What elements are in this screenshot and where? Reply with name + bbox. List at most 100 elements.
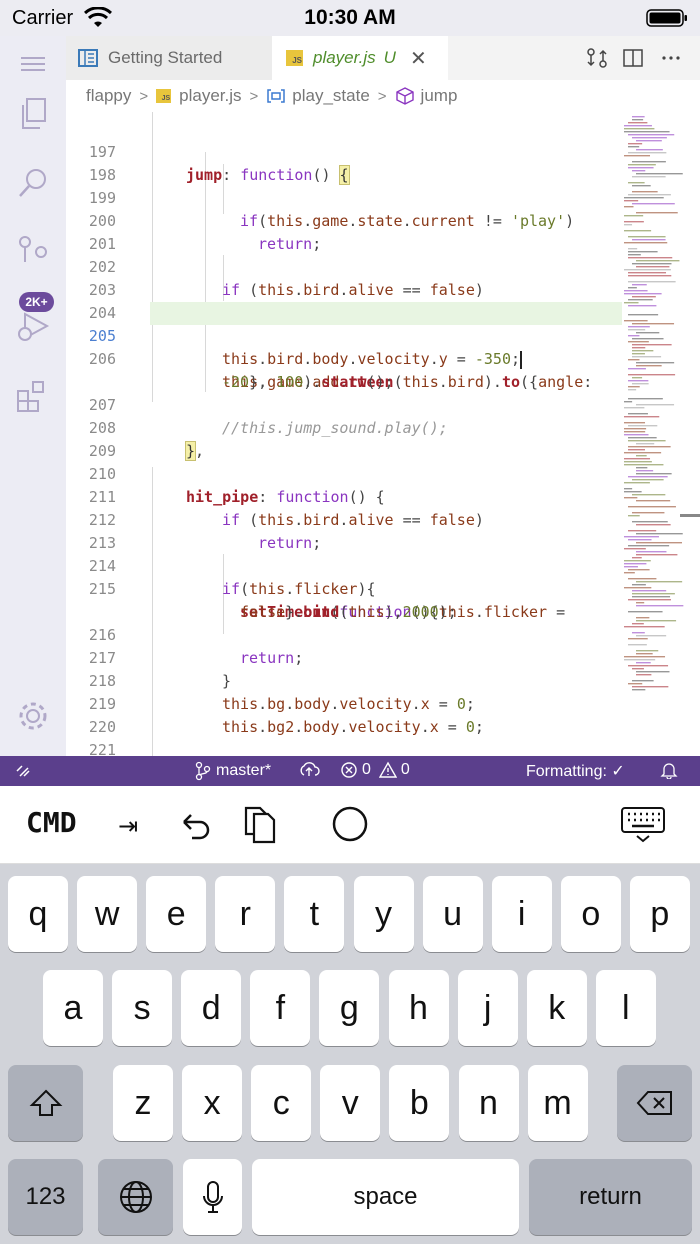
code-line: 222 this.fg2.body.velocity.x = 0; <box>66 739 626 756</box>
code-line: 204 <box>88 304 116 322</box>
globe-key[interactable] <box>98 1159 173 1235</box>
dictation-key[interactable] <box>183 1159 242 1235</box>
code-line: 201 <box>88 235 116 253</box>
key-z[interactable]: z <box>113 1065 173 1141</box>
warning-icon <box>378 761 397 778</box>
key-u[interactable]: u <box>422 876 483 952</box>
breadcrumb-file-label: player.js <box>179 86 242 105</box>
tab-getting-started[interactable]: Getting Started <box>66 36 272 80</box>
menu-icon[interactable] <box>13 44 53 84</box>
key-j[interactable]: j <box>457 970 518 1046</box>
variable-icon <box>267 89 286 103</box>
ios-keyboard: 123 space return qwertyuiop asdfghjkl zxcv… <box>0 864 700 1244</box>
tab-player-js[interactable]: JS player.js U ✕ <box>272 36 448 80</box>
key-l[interactable]: l <box>595 970 656 1046</box>
key-p[interactable]: p <box>629 876 690 952</box>
numbers-key[interactable]: 123 <box>8 1159 83 1235</box>
source-control-icon[interactable] <box>13 232 53 272</box>
battery-icon <box>646 9 687 27</box>
microphone-icon <box>202 1181 223 1213</box>
backspace-key[interactable] <box>617 1065 692 1141</box>
code-line: 199 if(this.game.state.current != 'play'… <box>88 189 575 230</box>
scrollbar-thumb[interactable] <box>680 514 700 517</box>
key-x[interactable]: x <box>182 1065 243 1141</box>
activity-bar: 2K+ <box>0 36 66 756</box>
key-a[interactable]: a <box>43 970 103 1046</box>
code-editor[interactable]: 197 jump: function() { 198 199 if(this.g… <box>66 112 700 756</box>
code-line: 213 <box>88 534 116 552</box>
more-actions-icon[interactable] <box>660 47 682 69</box>
code-line: 214 if(this.flicker){ <box>88 557 376 598</box>
editor-tab-bar: Getting Started JS player.js U ✕ <box>66 36 700 80</box>
run-debug-icon[interactable] <box>13 306 53 346</box>
code-line: 215 setTimeout(function(){this.flicker = <box>88 580 566 621</box>
shift-key[interactable] <box>8 1065 83 1141</box>
close-icon[interactable]: ✕ <box>410 46 427 71</box>
code-line: 220 <box>88 718 116 736</box>
tab-label: Getting Started <box>108 48 223 67</box>
return-key[interactable]: return <box>529 1159 692 1235</box>
breadcrumb-symbol-label: play_state <box>292 86 370 105</box>
code-line: 207 //this.jump_sound.play(); <box>88 396 448 437</box>
minimap[interactable] <box>622 112 692 712</box>
problems-indicator[interactable]: 0 0 <box>340 761 410 779</box>
keyboard-hide-icon[interactable] <box>620 804 666 844</box>
key-k[interactable]: k <box>526 970 587 1046</box>
key-n[interactable]: n <box>458 1065 519 1141</box>
remote-icon[interactable] <box>14 761 32 779</box>
extensions-icon[interactable] <box>13 376 53 416</box>
key-o[interactable]: o <box>560 876 621 952</box>
js-file-icon: JS <box>156 89 172 103</box>
record-circle-icon[interactable] <box>330 804 370 844</box>
key-g[interactable]: g <box>319 970 380 1046</box>
split-editor-icon[interactable] <box>622 47 644 69</box>
key-q[interactable]: q <box>8 876 68 952</box>
breadcrumb-symbol[interactable]: play_state <box>266 86 370 106</box>
chevron-right-icon: > <box>377 87 387 105</box>
code-line: 210 hit_pipe: function() { <box>88 465 385 506</box>
undo-icon[interactable] <box>174 804 214 844</box>
breadcrumb-method[interactable]: jump <box>395 86 458 106</box>
key-y[interactable]: y <box>353 876 414 952</box>
key-c[interactable]: c <box>251 1065 312 1141</box>
key-s[interactable]: s <box>112 970 173 1046</box>
chevron-right-icon: > <box>139 87 149 105</box>
search-icon[interactable] <box>13 162 53 202</box>
copy-paste-icon[interactable] <box>240 804 280 844</box>
formatting-status[interactable]: Formatting: ✓ <box>526 761 625 781</box>
key-h[interactable]: h <box>388 970 449 1046</box>
key-f[interactable]: f <box>250 970 311 1046</box>
code-line: 203 return; <box>88 281 321 322</box>
key-m[interactable]: m <box>527 1065 588 1141</box>
key-r[interactable]: r <box>215 876 276 952</box>
explorer-icon[interactable] <box>13 94 53 134</box>
key-b[interactable]: b <box>389 1065 450 1141</box>
breadcrumb-folder[interactable]: flappy <box>86 86 131 106</box>
bell-icon[interactable] <box>660 761 678 779</box>
js-file-icon: JS <box>286 50 303 66</box>
code-line: 212 return; <box>88 511 322 552</box>
breadcrumb-method-label: jump <box>420 86 458 105</box>
sync-icon[interactable] <box>298 761 320 779</box>
cmd-button[interactable]: CMD <box>26 806 77 839</box>
untracked-indicator: U <box>383 48 396 67</box>
branch-indicator[interactable]: master* <box>194 761 271 781</box>
code-line: 198 <box>88 166 116 184</box>
tab-key-button[interactable]: ⇥ <box>118 812 138 841</box>
breadcrumb: flappy > JS player.js > play_state > jum… <box>66 80 700 112</box>
key-e[interactable]: e <box>146 876 207 952</box>
code-line-wrap: false}.bind(this),2000); <box>240 603 457 621</box>
space-key[interactable]: space <box>252 1159 519 1235</box>
shift-icon <box>29 1089 62 1116</box>
code-line: 208 }, <box>88 419 205 461</box>
breadcrumb-file[interactable]: JS player.js <box>156 86 242 106</box>
key-d[interactable]: d <box>181 970 242 1046</box>
key-w[interactable]: w <box>77 876 138 952</box>
settings-gear-icon[interactable] <box>13 696 53 736</box>
key-t[interactable]: t <box>284 876 345 952</box>
key-i[interactable]: i <box>491 876 552 952</box>
key-v[interactable]: v <box>320 1065 381 1141</box>
chevron-right-icon: > <box>249 87 259 105</box>
open-changes-icon[interactable] <box>586 47 608 69</box>
code-line-wrap: -20}, 100).start(); <box>222 373 394 391</box>
